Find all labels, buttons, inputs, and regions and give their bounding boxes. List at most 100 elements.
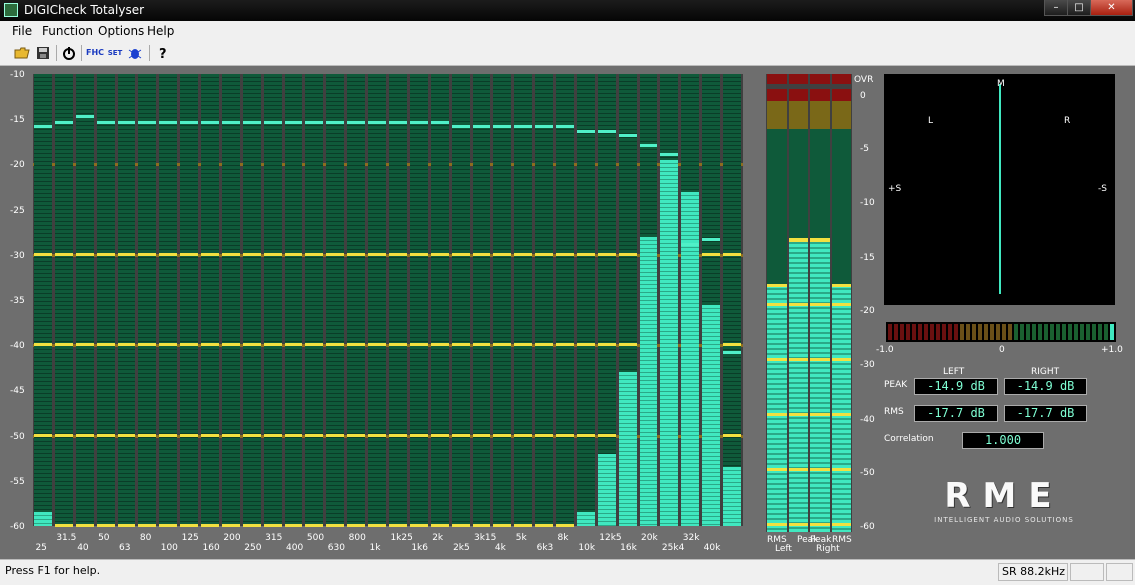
analyzer-band-marker — [472, 524, 491, 527]
analyzer-band-marker — [221, 252, 240, 256]
level-meter-column — [767, 74, 787, 532]
correlation-segment — [1110, 324, 1114, 340]
analyzer-band — [451, 74, 470, 527]
level-meter-peak-hold — [788, 237, 808, 241]
correlation-segment — [906, 324, 910, 340]
correlation-min-label: -1.0 — [876, 345, 894, 355]
menu-file[interactable]: File — [12, 24, 32, 38]
analyzer-band-marker — [201, 433, 219, 437]
analyzer-band-marker — [451, 252, 470, 256]
correlation-segment — [966, 324, 970, 340]
meter-channel-right: Right — [816, 544, 840, 554]
analyzer-band — [159, 74, 178, 527]
settings-icon[interactable]: SET — [107, 45, 123, 61]
vectorscope-label-r: R — [1064, 116, 1071, 126]
correlation-segment — [912, 324, 916, 340]
analyzer-band-marker — [180, 433, 199, 437]
analyzer-band-marker — [75, 524, 94, 527]
analyzer-band-marker — [54, 524, 73, 527]
menu-help[interactable]: Help — [147, 24, 174, 38]
correlation-segment — [888, 324, 892, 340]
analyzer-peak-hold — [639, 143, 658, 147]
analyzer-peak-hold — [409, 120, 428, 124]
analyzer-band-level — [597, 453, 616, 526]
analyzer-band-marker — [472, 343, 491, 347]
analyzer-band-marker — [284, 343, 303, 347]
analyzer-band — [493, 74, 512, 527]
analyzer-band-marker — [242, 433, 261, 437]
digicheck-window: DIGICheck Totalyser – □ ✕ File Function … — [0, 0, 1135, 585]
analyzer-band — [368, 74, 386, 527]
analyzer-band-level — [702, 304, 721, 526]
meter-channel-left: Left — [775, 544, 792, 554]
level-meter-marker — [767, 467, 787, 471]
analyzer-band — [326, 74, 345, 527]
analyzer-peak-hold — [451, 125, 470, 129]
analyzer-band-marker — [138, 343, 157, 347]
analyzer-y-tick-label: -20 — [10, 160, 25, 171]
bug-icon[interactable] — [127, 45, 143, 61]
analyzer-peak-hold — [723, 351, 741, 355]
level-meter-scale-label: -60 — [860, 522, 875, 532]
close-button[interactable]: ✕ — [1090, 0, 1133, 16]
analyzer-band-marker — [159, 252, 178, 256]
analyzer-band-level — [639, 236, 658, 526]
analyzer-band-marker — [305, 252, 324, 256]
open-icon[interactable] — [14, 45, 30, 61]
analyzer-peak-hold — [54, 120, 73, 124]
fhc-icon[interactable]: FHC — [86, 45, 104, 61]
maximize-button[interactable]: □ — [1067, 0, 1091, 16]
analyzer-peak-hold — [535, 125, 554, 129]
analyzer-x-band-label: 12k5 — [599, 533, 622, 543]
analyzer-band-marker — [54, 433, 73, 437]
analyzer-peak-hold — [117, 120, 136, 124]
level-meter-peak-hold — [831, 283, 851, 287]
analyzer-y-tick-label: -30 — [10, 250, 25, 261]
analyzer-band-marker — [472, 252, 491, 256]
minimize-button[interactable]: – — [1044, 0, 1068, 16]
level-meter-marker — [810, 412, 830, 416]
analyzer-band-marker — [514, 343, 533, 347]
analyzer-peak-hold — [242, 120, 261, 124]
analyzer-band-marker — [409, 343, 428, 347]
analyzer-band-marker — [284, 524, 303, 527]
readout-left-header: LEFT — [943, 367, 965, 377]
save-icon[interactable] — [35, 45, 51, 61]
correlation-segment — [972, 324, 976, 340]
analyzer-x-band-label: 250 — [244, 543, 262, 553]
analyzer-band-marker — [723, 252, 741, 256]
help-icon[interactable]: ? — [155, 45, 171, 62]
analyzer-x-band-label: 2k5 — [453, 543, 470, 553]
correlation-segment — [1062, 324, 1066, 340]
rme-logo-text: RME — [944, 476, 1064, 516]
correlation-segment — [942, 324, 946, 340]
analyzer-band-marker — [493, 524, 512, 527]
vectorscope-label-plus-s: +S — [888, 184, 902, 194]
correlation-segment — [1074, 324, 1078, 340]
level-meter-fill — [788, 238, 808, 532]
level-meter-marker — [831, 467, 851, 471]
analyzer-band-level — [660, 159, 679, 526]
vectorscope-label-m: M — [997, 79, 1005, 89]
analyzer-band-marker — [368, 343, 386, 347]
analyzer-y-tick-label: -25 — [10, 205, 25, 216]
level-meter-marker — [767, 303, 787, 306]
menu-bar: File Function Options Help — [0, 21, 1135, 41]
analyzer-band — [180, 74, 199, 527]
rms-label: RMS — [884, 407, 904, 417]
analyzer-band-marker — [180, 524, 199, 527]
analyzer-band-marker — [597, 433, 616, 437]
analyzer-peak-hold — [660, 152, 679, 156]
menu-function[interactable]: Function — [42, 24, 93, 38]
analyzer-band-marker — [451, 343, 470, 347]
analyzer-band-marker — [284, 252, 303, 256]
analyzer-peak-hold — [263, 120, 282, 124]
analyzer-band-marker — [430, 524, 449, 527]
analyzer-band-marker — [138, 433, 157, 437]
menu-options[interactable]: Options — [98, 24, 144, 38]
correlation-segment — [978, 324, 982, 340]
peak-right-readout: -14.9 dB — [1004, 378, 1087, 395]
analyzer-band-marker — [96, 252, 115, 256]
analyzer-band-marker — [326, 524, 345, 527]
power-icon[interactable] — [61, 45, 77, 61]
